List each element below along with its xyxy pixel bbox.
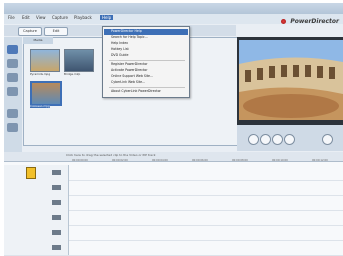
timeline-ruler[interactable] [4, 152, 343, 162]
menu-view[interactable]: View [36, 15, 46, 20]
volume-icon[interactable] [322, 134, 333, 145]
music-track-icon [52, 245, 61, 250]
pip-track-icon [52, 200, 61, 205]
clip-thumbnail[interactable] [30, 49, 60, 72]
help-menu-item[interactable]: CyberLink Web Site... [111, 80, 145, 84]
menu-separator [109, 60, 185, 61]
capture-mode-button[interactable]: Capture [18, 27, 42, 36]
edit-mode-button[interactable]: Edit [44, 27, 68, 36]
title-room-icon[interactable] [7, 87, 18, 96]
clip-label: Pyramids.mpg [30, 72, 51, 76]
track-header [4, 195, 69, 210]
help-menu-item[interactable]: DVD Guide [111, 53, 128, 57]
clip-label: Colosseo.mpg [30, 104, 50, 108]
preview-image [239, 40, 343, 120]
menu-separator [109, 87, 185, 88]
effect-track-icon [52, 185, 61, 190]
effect-track[interactable] [4, 180, 343, 196]
track-header [4, 240, 69, 255]
help-menu-item[interactable]: Help Index [111, 41, 128, 45]
room-sidebar [4, 37, 22, 152]
previous-frame-icon[interactable] [248, 134, 259, 145]
pip-track[interactable] [4, 195, 343, 211]
menu-playback[interactable]: Playback [74, 15, 92, 20]
ruler-tick: 00:00:12:00 [312, 159, 328, 162]
track-header [4, 180, 69, 195]
track-header [4, 225, 69, 240]
help-menu-item[interactable]: Activate PowerDirector [111, 68, 148, 72]
ruler-tick: 00:00:10:00 [272, 159, 288, 162]
clip-thumbnail[interactable] [64, 49, 94, 72]
ruler-tick: 00:00:00:00 [72, 159, 88, 162]
track-header [4, 165, 69, 180]
voice-track-icon [52, 230, 61, 235]
play-icon[interactable] [260, 134, 271, 145]
app-window: File Edit View Capture Playback Help Pow… [4, 3, 343, 256]
library-tab[interactable]: Media [23, 37, 53, 44]
timeline-hint: Click here to drag the selected clip to … [66, 153, 156, 157]
help-menu-item[interactable]: Register PowerDirector [111, 62, 148, 66]
ruler-tick: 00:00:04:00 [152, 159, 168, 162]
ruler-tick: 00:00:02:00 [112, 159, 128, 162]
music-track[interactable] [4, 240, 343, 256]
clip-label: Bridge.m2p [64, 72, 81, 76]
brand-name: PowerDirector [290, 18, 339, 25]
ruler-tick: 00:00:08:00 [232, 159, 248, 162]
title-track[interactable] [4, 210, 343, 226]
effect-room-icon[interactable] [7, 59, 18, 68]
help-menu-item[interactable]: PowerDirector Help [111, 29, 142, 33]
pip-room-icon[interactable] [7, 73, 18, 82]
audio-room-icon[interactable] [7, 123, 18, 132]
help-menu-item[interactable]: About CyberLink PowerDirector [111, 89, 161, 93]
transition-room-icon[interactable] [7, 109, 18, 118]
media-room-icon[interactable] [7, 45, 18, 54]
video-track[interactable] [4, 165, 343, 181]
video-track-icon [52, 170, 61, 175]
menu-capture[interactable]: Capture [52, 15, 68, 20]
stop-icon[interactable] [272, 134, 283, 145]
clip-thumbnail-selected[interactable] [30, 81, 62, 106]
magic-tool-icon[interactable] [26, 167, 36, 179]
help-menu-item[interactable]: Online Support Web Site... [111, 74, 153, 78]
voice-track[interactable] [4, 225, 343, 241]
title-track-icon [52, 215, 61, 220]
next-frame-icon[interactable] [284, 134, 295, 145]
track-header [4, 210, 69, 225]
help-menu-item[interactable]: Search for Help Topic... [111, 35, 148, 39]
help-menu-dropdown: PowerDirector Help Search for Help Topic… [102, 26, 190, 98]
brand-logo-icon [281, 19, 286, 24]
menu-help[interactable]: Help [100, 15, 114, 20]
help-menu-item[interactable]: Hotkey List [111, 47, 129, 51]
ruler-tick: 00:00:06:00 [192, 159, 208, 162]
title-bar [4, 3, 343, 14]
menu-edit[interactable]: Edit [22, 15, 30, 20]
menu-file[interactable]: File [8, 15, 15, 20]
